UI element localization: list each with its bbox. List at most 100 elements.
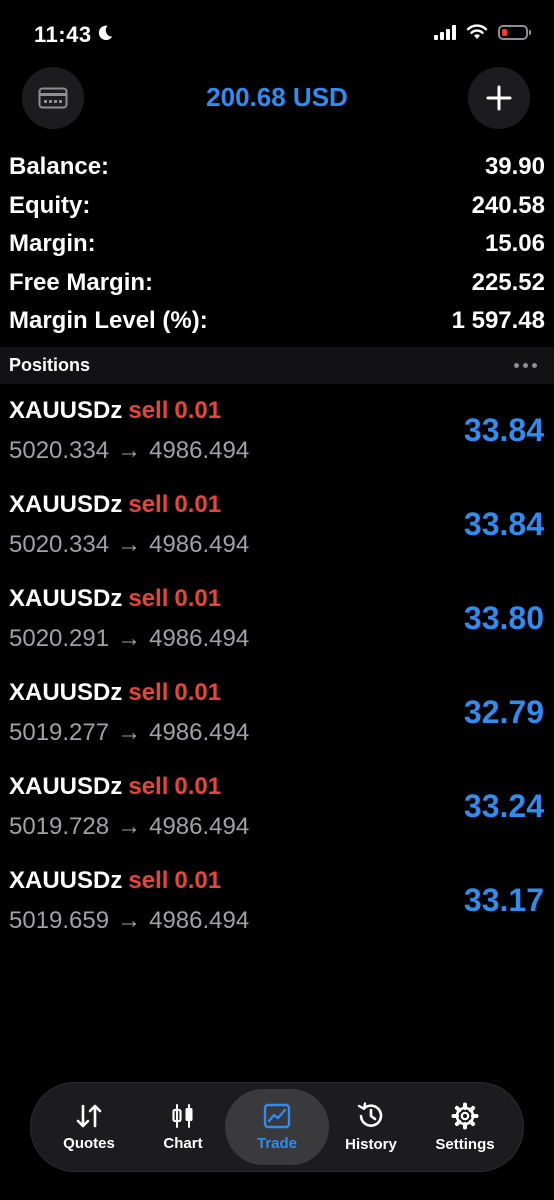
summary-label: Equity:: [9, 191, 91, 219]
status-bar: 11:43: [0, 0, 554, 70]
position-profit: 33.17: [463, 882, 544, 918]
summary-row-free-margin: Free Margin: 225.52: [0, 264, 554, 303]
position-symbol: XAUUSDz: [9, 491, 123, 518]
position-row[interactable]: XAUUSDz sell 0.01 5019.659 → 4986.494 33.17: [0, 855, 554, 949]
position-open-price: 5019.659: [9, 907, 110, 934]
summary-row-margin-level: Margin Level (%): 1 597.48: [0, 302, 554, 341]
arrow-right-icon: →: [117, 625, 142, 652]
position-row[interactable]: XAUUSDz sell 0.01 5020.334 → 4986.494 33.84: [0, 479, 554, 573]
trade-chart-icon: [263, 1103, 291, 1128]
position-volume: 0.01: [174, 491, 222, 518]
position-side: sell: [128, 491, 169, 518]
position-volume: 0.01: [174, 867, 222, 894]
position-current-price: 4986.494: [149, 907, 250, 934]
position-side: sell: [128, 397, 169, 424]
position-volume: 0.01: [174, 773, 222, 800]
tab-chart[interactable]: Chart: [131, 1089, 235, 1165]
new-order-button[interactable]: [468, 67, 530, 129]
summary-label: Balance:: [9, 153, 110, 181]
position-open-price: 5020.334: [9, 531, 110, 558]
position-symbol-line: XAUUSDz sell 0.01: [9, 585, 221, 613]
position-current-price: 4986.494: [149, 625, 250, 652]
positions-title: Positions: [9, 355, 91, 375]
position-symbol: XAUUSDz: [9, 867, 123, 894]
summary-value: 225.52: [471, 268, 545, 296]
tab-label: Chart: [163, 1134, 203, 1152]
history-clock-icon: [357, 1101, 383, 1127]
position-prices: 5020.334 → 4986.494: [9, 437, 249, 465]
summary-value: 15.06: [484, 230, 545, 258]
gear-icon: [451, 1102, 479, 1129]
summary-row-equity: Equity: 240.58: [0, 187, 554, 226]
position-symbol-line: XAUUSDz sell 0.01: [9, 491, 221, 519]
position-volume: 0.01: [174, 585, 222, 612]
tab-history[interactable]: History: [319, 1089, 423, 1165]
status-indicators: [434, 24, 531, 40]
arrow-right-icon: →: [117, 719, 142, 746]
summary-value: 240.58: [471, 191, 545, 219]
position-volume: 0.01: [174, 397, 222, 424]
position-current-price: 4986.494: [149, 531, 250, 558]
position-side: sell: [128, 773, 169, 800]
position-profit: 33.84: [463, 506, 544, 542]
tab-label: Settings: [435, 1135, 495, 1153]
summary-row-margin: Margin: 15.06: [0, 225, 554, 264]
position-open-price: 5020.291: [9, 625, 110, 652]
quotes-arrows-icon: [76, 1104, 102, 1127]
moon-icon: [98, 25, 113, 41]
summary-row-balance: Balance: 39.90: [0, 148, 554, 187]
tab-label: Trade: [256, 1134, 298, 1152]
cellular-signal-icon: [434, 24, 456, 40]
summary-label: Free Margin:: [9, 268, 154, 296]
position-side: sell: [128, 867, 169, 894]
positions-header: Positions: [0, 347, 554, 384]
position-prices: 5020.291 → 4986.494: [9, 625, 249, 653]
position-profit: 33.84: [463, 412, 544, 448]
battery-icon: [498, 24, 531, 40]
positions-list: XAUUSDz sell 0.01 5020.334 → 4986.494 33.84 …: [0, 385, 554, 949]
arrow-right-icon: →: [117, 813, 142, 840]
position-symbol-line: XAUUSDz sell 0.01: [9, 773, 221, 801]
summary-label: Margin Level (%):: [9, 307, 208, 335]
position-symbol: XAUUSDz: [9, 679, 123, 706]
position-profit: 33.80: [463, 600, 544, 636]
position-prices: 5019.277 → 4986.494: [9, 719, 249, 747]
position-symbol-line: XAUUSDz sell 0.01: [9, 679, 221, 707]
position-symbol-line: XAUUSDz sell 0.01: [9, 397, 221, 425]
position-current-price: 4986.494: [149, 719, 250, 746]
bottom-tab-bar: Quotes Chart Trade History Settings: [30, 1082, 524, 1172]
summary-value: 1 597.48: [451, 307, 545, 335]
tab-label: History: [345, 1135, 397, 1153]
tab-quotes[interactable]: Quotes: [37, 1089, 141, 1165]
position-symbol-line: XAUUSDz sell 0.01: [9, 867, 221, 895]
position-open-price: 5019.728: [9, 813, 110, 840]
position-row[interactable]: XAUUSDz sell 0.01 5019.277 → 4986.494 32.79: [0, 667, 554, 761]
position-side: sell: [128, 585, 169, 612]
position-symbol: XAUUSDz: [9, 773, 123, 800]
position-profit: 33.24: [463, 788, 544, 824]
more-options-icon[interactable]: [514, 363, 545, 368]
position-row[interactable]: XAUUSDz sell 0.01 5020.334 → 4986.494 33.84: [0, 385, 554, 479]
status-time: 11:43: [34, 22, 92, 47]
position-open-price: 5020.334: [9, 437, 110, 464]
position-row[interactable]: XAUUSDz sell 0.01 5019.728 → 4986.494 33.24: [0, 761, 554, 855]
position-volume: 0.01: [174, 679, 222, 706]
position-profit: 32.79: [463, 694, 544, 730]
summary-label: Margin:: [9, 230, 96, 258]
position-side: sell: [128, 679, 169, 706]
tab-settings[interactable]: Settings: [413, 1089, 517, 1165]
position-current-price: 4986.494: [149, 437, 250, 464]
summary-value: 39.90: [484, 153, 545, 181]
position-prices: 5020.334 → 4986.494: [9, 531, 249, 559]
position-row[interactable]: XAUUSDz sell 0.01 5020.291 → 4986.494 33.80: [0, 573, 554, 667]
position-prices: 5019.728 → 4986.494: [9, 813, 249, 841]
tab-trade[interactable]: Trade: [225, 1089, 329, 1165]
wifi-icon: [466, 24, 488, 39]
arrow-right-icon: →: [117, 907, 142, 934]
position-symbol: XAUUSDz: [9, 397, 123, 424]
tab-label: Quotes: [63, 1134, 115, 1152]
arrow-right-icon: →: [117, 437, 142, 464]
arrow-right-icon: →: [117, 531, 142, 558]
position-prices: 5019.659 → 4986.494: [9, 907, 249, 935]
position-symbol: XAUUSDz: [9, 585, 123, 612]
